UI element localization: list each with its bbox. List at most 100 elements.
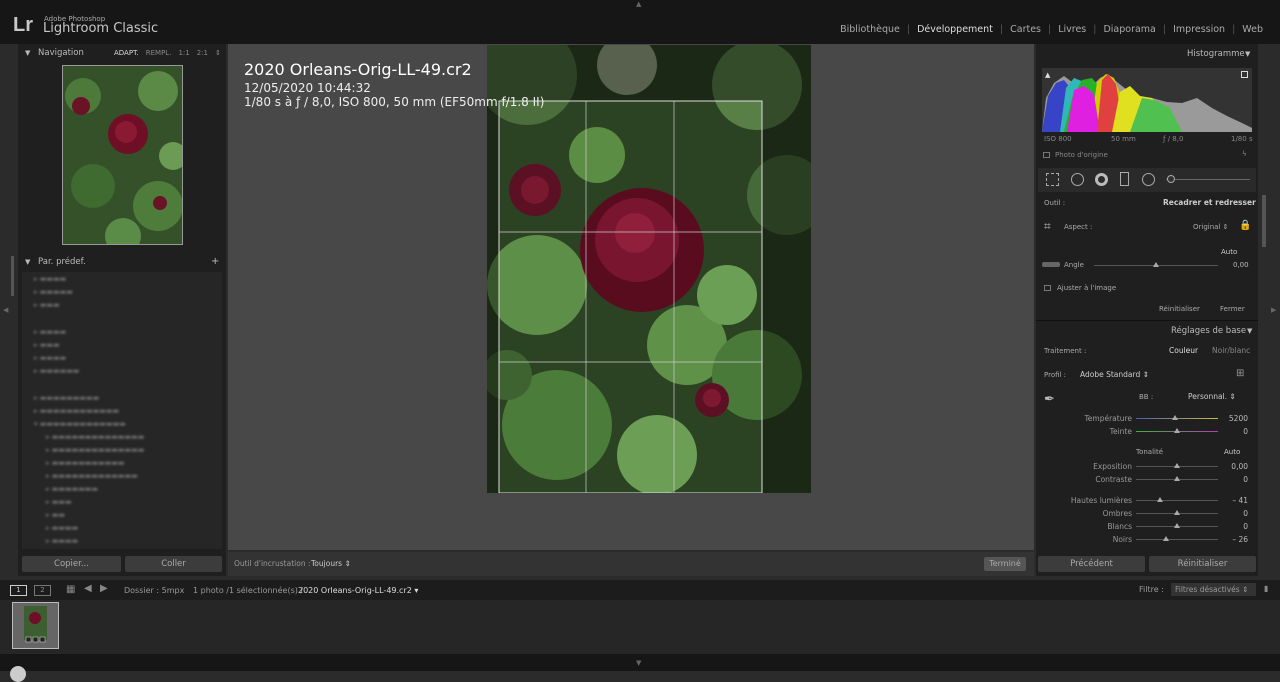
slider-track[interactable]	[1136, 539, 1218, 540]
module-web[interactable]: Web	[1235, 24, 1270, 35]
reset-button[interactable]: Réinitialiser	[1149, 556, 1256, 572]
overlay-select[interactable]: Toujours ⇕	[311, 559, 351, 568]
zoom-2-1[interactable]: 2:1	[197, 49, 208, 57]
slider-value: 0	[1243, 522, 1248, 531]
copy-settings-button[interactable]: Copier...	[22, 556, 121, 572]
zoom-fill[interactable]: REMPL.	[146, 49, 172, 57]
constrain-checkbox[interactable]	[1044, 285, 1051, 291]
current-file[interactable]: 2020 Orleans-Orig-LL-49.cr2 ▾	[298, 586, 418, 595]
module-library[interactable]: Bibliothèque	[833, 24, 907, 35]
zoom-1-1[interactable]: 1:1	[178, 49, 189, 57]
slider-track[interactable]	[1136, 500, 1218, 501]
back-arrow-icon[interactable]: ◀	[84, 583, 92, 594]
slider-thumb[interactable]	[1174, 510, 1180, 515]
constrain-label: Ajuster à l'image	[1057, 284, 1117, 292]
filmstrip-thumbnail[interactable]	[12, 602, 59, 649]
tool-strip	[1038, 168, 1256, 192]
red-eye-icon[interactable]	[1095, 173, 1108, 186]
profile-select[interactable]: Adobe Standard ⇕	[1080, 370, 1149, 379]
presets-list[interactable]: ▸ ▬▬▬▬ ▸ ▬▬▬▬▬ ▸ ▬▬▬ ▸ ▬▬▬▬ ▸ ▬▬▬ ▸ ▬▬▬▬…	[22, 272, 222, 549]
slider-thumb[interactable]	[1171, 415, 1178, 420]
straighten-tool-icon[interactable]	[1042, 262, 1060, 267]
wb-select[interactable]: Personnal. ⇕	[1188, 392, 1236, 401]
slider-thumb[interactable]	[1174, 523, 1180, 528]
highlight-clipping-icon[interactable]	[1241, 71, 1248, 78]
done-button[interactable]: Terminé	[984, 557, 1026, 571]
tone-auto-button[interactable]: Auto	[1224, 448, 1240, 456]
avatar	[10, 666, 26, 682]
radial-filter-icon[interactable]	[1142, 173, 1155, 186]
module-book[interactable]: Livres	[1051, 24, 1093, 35]
slider-value: 0,00	[1231, 462, 1248, 471]
angle-slider-thumb[interactable]	[1153, 262, 1159, 267]
treatment-label: Traitement :	[1044, 347, 1087, 355]
bottom-bar: ▼	[0, 654, 1280, 682]
navigator-preview[interactable]	[62, 65, 183, 245]
slider-label: Teinte	[1109, 427, 1132, 436]
slider-thumb[interactable]	[1156, 497, 1163, 502]
profile-browser-icon[interactable]: ⊞	[1236, 368, 1244, 379]
top-panel-toggle-icon[interactable]: ▲	[636, 0, 641, 8]
secondary-window-button[interactable]: 2	[34, 585, 51, 596]
grid-view-icon[interactable]: ▦	[66, 584, 75, 595]
crop-tool-icon[interactable]	[1046, 173, 1059, 186]
filter-toggle-icon[interactable]: ▮	[1264, 584, 1268, 593]
module-print[interactable]: Impression	[1166, 24, 1232, 35]
right-panel-toggle-icon[interactable]: ▶	[1271, 306, 1276, 314]
navigator-title: Navigation	[38, 48, 84, 58]
slider-thumb[interactable]	[1174, 463, 1180, 468]
left-panel-toggle-icon[interactable]: ◀	[3, 306, 8, 314]
right-scrollbar[interactable]	[1262, 195, 1266, 247]
divider	[1036, 320, 1258, 321]
module-develop[interactable]: Développement	[910, 24, 1000, 35]
left-scrollbar[interactable]	[11, 256, 14, 296]
collapse-icon[interactable]: ▼	[1247, 327, 1252, 335]
lock-icon[interactable]: 🔒	[1239, 220, 1251, 232]
crop-frame-icon[interactable]: ⌗	[1044, 219, 1051, 234]
slider-thumb[interactable]	[1163, 536, 1170, 541]
module-slideshow[interactable]: Diaporama	[1096, 24, 1162, 35]
shadow-clipping-icon[interactable]: ▲	[1045, 71, 1050, 79]
original-photo-checkbox[interactable]	[1043, 152, 1050, 158]
graduated-filter-icon[interactable]	[1120, 172, 1129, 186]
bottom-panel-toggle-icon[interactable]: ▼	[636, 659, 641, 667]
primary-window-button[interactable]: 1	[10, 585, 27, 596]
slider-value: – 26	[1232, 535, 1248, 544]
module-map[interactable]: Cartes	[1003, 24, 1048, 35]
add-preset-icon[interactable]: +	[211, 256, 219, 267]
forward-arrow-icon[interactable]: ▶	[100, 583, 108, 594]
collapse-icon[interactable]: ▼	[1245, 50, 1250, 58]
crop-reset-button[interactable]: Réinitialiser	[1159, 305, 1200, 313]
previous-button[interactable]: Précédent	[1038, 556, 1145, 572]
photo-crop-canvas[interactable]	[487, 45, 811, 493]
wb-label: BB :	[1139, 393, 1154, 401]
folder-source[interactable]: Dossier : 5mpx	[124, 586, 184, 595]
slider-thumb[interactable]	[1174, 476, 1180, 481]
collapse-icon[interactable]: ▼	[25, 258, 30, 266]
tone-label: Tonalité	[1136, 448, 1164, 456]
collapse-icon[interactable]: ▼	[25, 49, 30, 57]
aspect-select[interactable]: Original ⇕	[1193, 223, 1229, 231]
angle-value: 0,00	[1233, 261, 1249, 269]
paste-settings-button[interactable]: Coller	[125, 556, 222, 572]
spot-removal-icon[interactable]	[1071, 173, 1084, 186]
brush-slider[interactable]	[1166, 179, 1250, 180]
slider-thumb[interactable]	[1174, 428, 1180, 433]
filmstrip	[0, 600, 1280, 654]
slider-value: 0	[1243, 475, 1248, 484]
selection-status: 1 photo /1 sélectionnée(s) /	[193, 586, 304, 595]
profile-label: Profil :	[1044, 371, 1067, 379]
zoom-chevron-icon[interactable]: ⇕	[215, 49, 221, 57]
treatment-bw[interactable]: Noir/blanc	[1212, 346, 1250, 355]
zoom-fit[interactable]: ADAPT.	[114, 49, 139, 57]
lightning-icon[interactable]: ϟ	[1242, 150, 1247, 158]
filter-select[interactable]: Filtres désactivés ⇕	[1171, 583, 1256, 596]
histogram[interactable]: ▲	[1042, 68, 1252, 132]
crop-close-button[interactable]: Fermer	[1220, 305, 1245, 313]
brush-tool-icon[interactable]	[1167, 175, 1175, 183]
treatment-color[interactable]: Couleur	[1169, 346, 1198, 355]
slider-value: 0	[1243, 509, 1248, 518]
histogram-aperture: ƒ / 8,0	[1163, 135, 1184, 143]
wb-eyedropper-icon[interactable]: ✒	[1044, 392, 1055, 407]
angle-auto-button[interactable]: Auto	[1221, 248, 1237, 256]
